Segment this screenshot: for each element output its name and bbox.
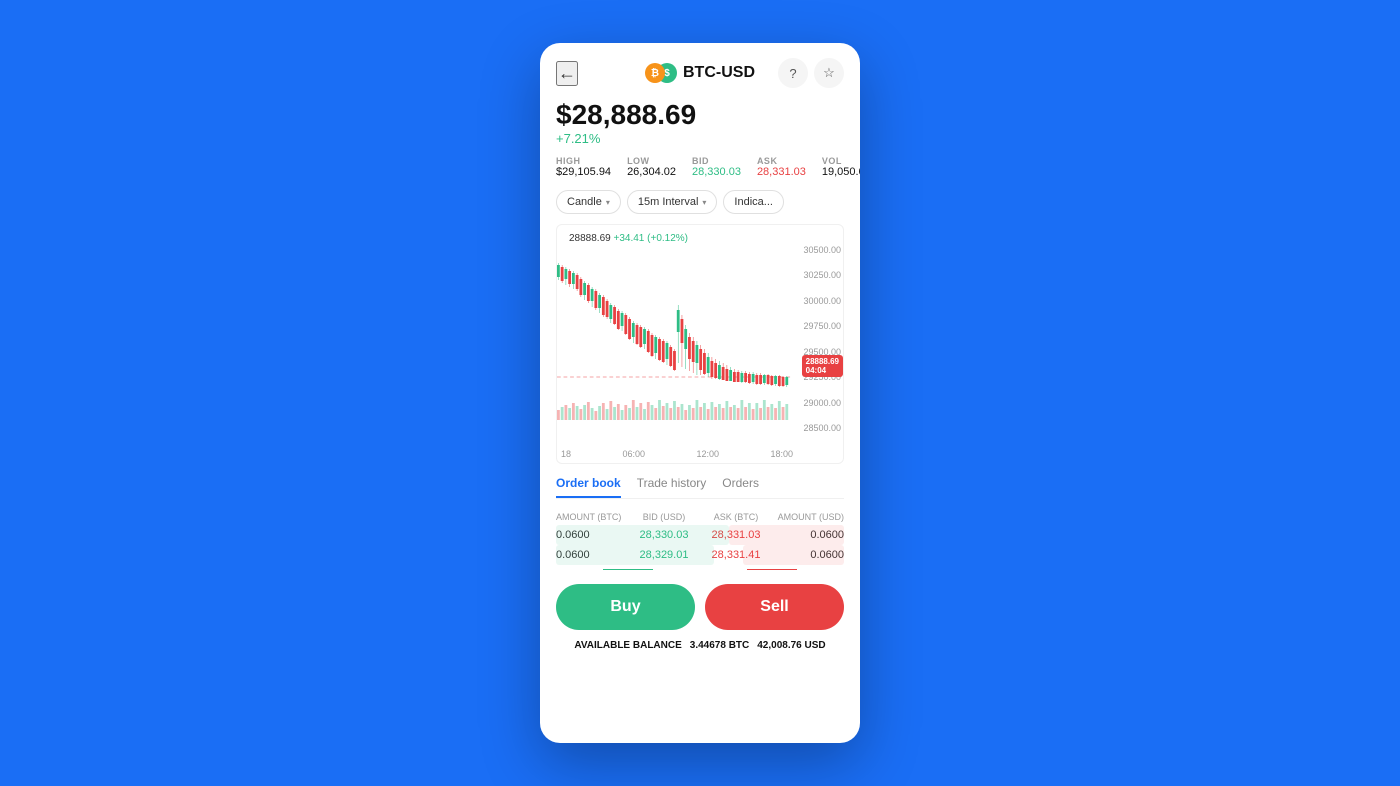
order-table-header: AMOUNT (BTC) BID (USD) ASK (BTC) AMOUNT … <box>556 509 844 525</box>
underlines <box>556 569 844 570</box>
order-row: 0.0600 28,330.03 28,331.03 0.0600 <box>556 525 844 545</box>
pair-info: ₿ $ BTC-USD <box>645 63 755 83</box>
balance-btc: 3.44678 BTC <box>690 640 749 651</box>
stats-row: HIGH $29,105.94 LOW 26,304.02 BID 28,330… <box>556 156 844 178</box>
ask-background <box>729 525 844 545</box>
candle-chevron: ▾ <box>606 198 610 207</box>
tab-orders[interactable]: Orders <box>722 476 759 498</box>
candle-selector[interactable]: Candle ▾ <box>556 190 621 214</box>
header-actions: ? ☆ <box>778 58 844 88</box>
interval-selector[interactable]: 15m Interval ▾ <box>627 190 718 214</box>
candlestick-chart <box>557 245 791 435</box>
ask-underline <box>747 569 797 570</box>
phone-card: ← ₿ $ BTC-USD ? ☆ $28,888.69 +7.21% HIGH… <box>540 43 860 743</box>
back-button[interactable]: ← <box>556 61 578 86</box>
order-row: 0.0600 28,329.01 28,331.41 0.0600 <box>556 545 844 565</box>
pair-label: BTC-USD <box>683 64 755 82</box>
interval-chevron: ▾ <box>702 198 706 207</box>
stat-low: LOW 26,304.02 <box>627 156 676 178</box>
candle-label: Candle <box>567 196 602 208</box>
bid-underline <box>603 569 653 570</box>
stat-high: HIGH $29,105.94 <box>556 156 611 178</box>
order-tabs: Order book Trade history Orders <box>556 476 844 499</box>
indicators-selector[interactable]: Indica... <box>723 190 784 214</box>
chart-price-labels: 30500.00 30250.00 30000.00 29750.00 2950… <box>803 245 841 433</box>
help-button[interactable]: ? <box>778 58 808 88</box>
ask-background-2 <box>743 545 844 565</box>
current-price: $28,888.69 <box>556 99 844 131</box>
buy-button[interactable]: Buy <box>556 584 695 630</box>
chart-controls: Candle ▾ 15m Interval ▾ Indica... <box>556 190 844 214</box>
chart-time-labels: 18 06:00 12:00 18:00 <box>561 449 793 459</box>
price-change: +7.21% <box>556 131 844 146</box>
action-buttons: Buy Sell <box>556 584 844 630</box>
chart-area: 28888.69 +34.41 (+0.12%) 30500.00 30250.… <box>556 224 844 464</box>
chart-svg-container <box>557 245 791 435</box>
order-table: AMOUNT (BTC) BID (USD) ASK (BTC) AMOUNT … <box>556 509 844 570</box>
balance-usd: 42,008.76 USD <box>757 640 825 651</box>
indicators-label: Indica... <box>734 196 773 208</box>
bid-background <box>556 525 729 545</box>
watchlist-button[interactable]: ☆ <box>814 58 844 88</box>
current-price-badge: 28888.69 04:04 <box>802 355 843 377</box>
btc-icon: ₿ <box>645 63 665 83</box>
stat-ask: ASK 28,331.03 <box>757 156 806 178</box>
bid-background-2 <box>556 545 714 565</box>
coin-icons: ₿ $ <box>645 63 677 83</box>
stat-vol: VOL 19,050.00 <box>822 156 860 178</box>
price-section: $28,888.69 +7.21% HIGH $29,105.94 LOW 26… <box>556 99 844 178</box>
sell-button[interactable]: Sell <box>705 584 844 630</box>
balance-row: AVAILABLE BALANCE 3.44678 BTC 42,008.76 … <box>556 640 844 651</box>
header: ← ₿ $ BTC-USD ? ☆ <box>556 63 844 83</box>
tooltip-change: +34.41 (+0.12%) <box>614 233 689 244</box>
interval-label: 15m Interval <box>638 196 699 208</box>
tab-trade-history[interactable]: Trade history <box>637 476 707 498</box>
balance-label: AVAILABLE BALANCE <box>574 640 681 651</box>
tooltip-price: 28888.69 <box>569 233 611 244</box>
tab-order-book[interactable]: Order book <box>556 476 621 498</box>
stat-bid: BID 28,330.03 <box>692 156 741 178</box>
